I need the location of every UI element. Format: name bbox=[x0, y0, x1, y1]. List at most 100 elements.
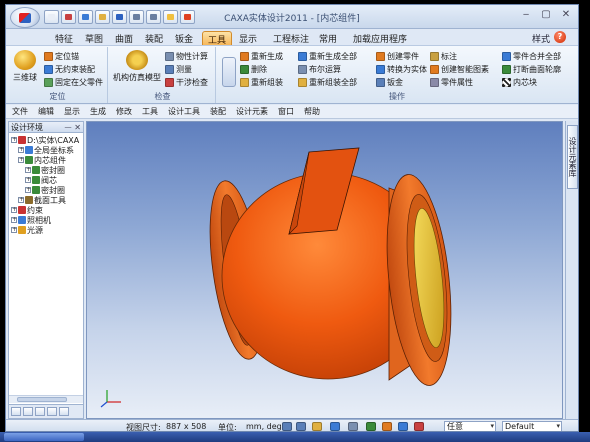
fix-to-parent-button[interactable]: 固定在父零件 bbox=[44, 76, 103, 88]
mass-properties-button[interactable]: 物性计算 bbox=[165, 50, 208, 62]
create-part-button[interactable]: 创建零件 bbox=[376, 50, 419, 62]
smart-feature-button[interactable]: 创建智能图素 bbox=[430, 63, 489, 75]
sheet-metal-button[interactable]: 钣金 bbox=[376, 76, 403, 88]
undo-icon[interactable] bbox=[129, 10, 144, 24]
3d-ball-button[interactable]: 三维球 bbox=[10, 50, 40, 83]
annotation-button[interactable]: 标注 bbox=[430, 50, 457, 62]
expand-toggle-icon[interactable]: + bbox=[25, 187, 31, 193]
menu-modify[interactable]: 修改 bbox=[116, 106, 132, 117]
tree-tab-properties[interactable] bbox=[23, 407, 33, 416]
tab-tools[interactable]: 工具 bbox=[202, 31, 233, 46]
menu-help[interactable]: 帮助 bbox=[304, 106, 320, 117]
new-file-icon[interactable] bbox=[44, 10, 59, 24]
reassemble-button[interactable]: 重新组装 bbox=[240, 76, 283, 88]
tab-sketch[interactable]: 草图 bbox=[80, 31, 108, 45]
rotate-view-icon[interactable] bbox=[330, 422, 340, 431]
render-style-icon[interactable] bbox=[366, 422, 376, 431]
menu-file[interactable]: 文件 bbox=[12, 106, 28, 117]
tree-node[interactable]: + 密封圈 bbox=[25, 165, 65, 175]
tree-node[interactable]: + 阀芯 bbox=[25, 175, 57, 185]
tree-tab-design[interactable] bbox=[11, 407, 21, 416]
valve-core-model[interactable] bbox=[87, 122, 563, 419]
unconstrained-assembly-button[interactable]: 无约束装配 bbox=[44, 63, 95, 75]
break-surface-button[interactable]: 打断曲面轮廓 bbox=[502, 63, 561, 75]
tab-assembly[interactable]: 装配 bbox=[140, 31, 168, 45]
delete-button[interactable]: 删除 bbox=[240, 63, 267, 75]
tree-tab-history[interactable] bbox=[59, 407, 69, 416]
app-menu-button[interactable] bbox=[10, 7, 40, 28]
tree-tab-search[interactable] bbox=[35, 407, 45, 416]
tree-node[interactable]: + 内芯组件 bbox=[18, 155, 66, 165]
tab-engineering-annotation[interactable]: 工程标注 bbox=[268, 31, 314, 45]
select-icon[interactable] bbox=[163, 10, 178, 24]
expand-toggle-icon[interactable]: + bbox=[18, 157, 24, 163]
expand-toggle-icon[interactable]: + bbox=[11, 207, 17, 213]
tree-node[interactable]: + 约束 bbox=[11, 205, 43, 215]
save-icon[interactable] bbox=[112, 10, 127, 24]
snap-icon[interactable] bbox=[414, 422, 424, 431]
tree-node[interactable]: + 照相机 bbox=[11, 215, 51, 225]
minimize-button[interactable]: ‒ bbox=[518, 9, 534, 21]
shading-icon[interactable] bbox=[382, 422, 392, 431]
regenerate-all-button[interactable]: 重新生成全部 bbox=[298, 50, 357, 62]
tab-common[interactable]: 常用 bbox=[314, 31, 342, 45]
menu-window[interactable]: 窗口 bbox=[278, 106, 294, 117]
pan-icon[interactable] bbox=[312, 422, 322, 431]
open-folder-icon[interactable] bbox=[95, 10, 110, 24]
taskbar-button[interactable] bbox=[4, 433, 84, 441]
new-design-icon[interactable] bbox=[61, 10, 76, 24]
regenerate-button[interactable]: 重新生成 bbox=[240, 50, 283, 62]
style-menu[interactable]: 样式 bbox=[532, 32, 550, 45]
menu-display[interactable]: 显示 bbox=[64, 106, 80, 117]
tree-node[interactable]: + D:\实体\CAXA bbox=[11, 135, 79, 145]
tree-node[interactable]: + 密封圈 bbox=[25, 185, 65, 195]
anchor-button[interactable]: 定位锚 bbox=[44, 50, 79, 62]
panel-close-buttons[interactable]: ᅳ ✕ bbox=[64, 122, 81, 133]
measure-button[interactable]: 测量 bbox=[165, 63, 192, 75]
expand-toggle-icon[interactable]: + bbox=[18, 147, 24, 153]
redo-icon[interactable] bbox=[146, 10, 161, 24]
design-viewport[interactable] bbox=[86, 121, 563, 419]
view-orientation-icon[interactable] bbox=[348, 422, 358, 431]
expand-toggle-icon[interactable]: + bbox=[11, 227, 17, 233]
tree-horizontal-scrollbar[interactable] bbox=[9, 395, 83, 403]
filter-icon[interactable] bbox=[398, 422, 408, 431]
design-library-tab[interactable]: 设计元素库 bbox=[567, 125, 578, 189]
expand-toggle-icon[interactable]: + bbox=[25, 167, 31, 173]
expand-toggle-icon[interactable]: + bbox=[11, 217, 17, 223]
menu-assembly[interactable]: 装配 bbox=[210, 106, 226, 117]
selection-filter-select[interactable]: 任意 bbox=[444, 421, 496, 431]
tab-surface[interactable]: 曲面 bbox=[110, 31, 138, 45]
close-button[interactable]: ✕ bbox=[558, 9, 574, 21]
expand-toggle-icon[interactable]: + bbox=[25, 177, 31, 183]
menu-design-tools[interactable]: 设计工具 bbox=[168, 106, 200, 117]
style-select[interactable]: Default bbox=[502, 421, 562, 431]
reassemble-all-button[interactable]: 重新组装全部 bbox=[298, 76, 357, 88]
tree-tab-layers[interactable] bbox=[47, 407, 57, 416]
zoom-in-icon[interactable] bbox=[282, 422, 292, 431]
menu-design-elements[interactable]: 设计元素 bbox=[236, 106, 268, 117]
core-block-button[interactable]: 内芯块 bbox=[502, 76, 537, 88]
menu-edit[interactable]: 编辑 bbox=[38, 106, 54, 117]
generate-dropdown-button[interactable] bbox=[220, 57, 238, 89]
boolean-button[interactable]: 布尔运算 bbox=[298, 63, 341, 75]
expand-toggle-icon[interactable]: + bbox=[18, 197, 24, 203]
tab-addins[interactable]: 加载应用程序 bbox=[348, 31, 412, 45]
tab-features[interactable]: 特征 bbox=[50, 31, 78, 45]
tab-sheet-metal[interactable]: 钣金 bbox=[170, 31, 198, 45]
scrollbar-thumb[interactable] bbox=[17, 397, 67, 402]
tree-node[interactable]: + 截面工具 bbox=[18, 195, 66, 205]
help-icon[interactable]: ? bbox=[554, 31, 566, 43]
tree-node[interactable]: + 光源 bbox=[11, 225, 43, 235]
to-solid-button[interactable]: 转换为实体 bbox=[376, 63, 427, 75]
tree-node[interactable]: + 全局坐标系 bbox=[18, 145, 74, 155]
part-merge-all-button[interactable]: 零件合并全部 bbox=[502, 50, 561, 62]
interference-check-button[interactable]: 干涉检查 bbox=[165, 76, 208, 88]
mechanism-sim-button[interactable]: 机构仿真模型 bbox=[112, 50, 162, 83]
new-drawing-icon[interactable] bbox=[78, 10, 93, 24]
expand-toggle-icon[interactable]: + bbox=[11, 137, 17, 143]
right-seal-ring[interactable] bbox=[378, 171, 460, 388]
menu-generate[interactable]: 生成 bbox=[90, 106, 106, 117]
tab-display[interactable]: 显示 bbox=[234, 31, 262, 45]
part-properties-button[interactable]: 零件属性 bbox=[430, 76, 473, 88]
